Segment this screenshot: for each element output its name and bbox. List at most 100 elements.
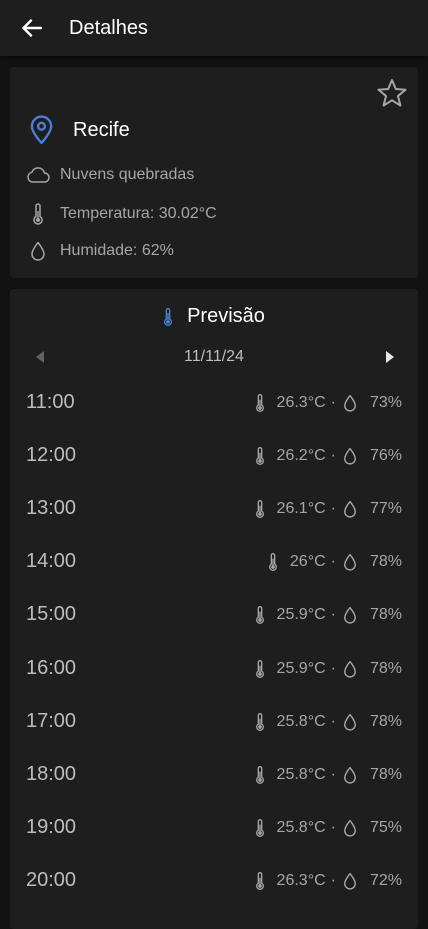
thermometer-icon	[33, 203, 43, 225]
hour-temperature: 26.3°C	[276, 394, 326, 411]
details-card: Recife Nuvens quebradas Temperatura: 30.…	[10, 67, 418, 278]
hour-time: 13:00	[26, 497, 77, 520]
hour-values: 26°C · 78%	[266, 549, 402, 575]
condition-text: Nuvens quebradas	[60, 166, 195, 183]
hour-humidity: 76%	[369, 447, 402, 465]
hour-humidity: 73%	[369, 394, 402, 411]
hour-humidity: 78%	[369, 606, 402, 624]
separator-dot: ·	[330, 394, 336, 411]
water-drop-icon	[344, 501, 356, 518]
hour-humidity: 72%	[369, 871, 402, 889]
water-drop-icon	[344, 819, 356, 837]
hour-temperature: 26°C	[289, 553, 326, 571]
hour-temperature: 25.9°C	[276, 606, 326, 624]
hourly-forecast-row: 12:00 26.2°C · 76%	[10, 443, 418, 496]
hour-values: 25.8°C · 78%	[253, 709, 402, 735]
hour-humidity: 78%	[369, 712, 402, 730]
condition-row: Nuvens quebradas	[26, 163, 194, 187]
hourly-forecast-row: 11:00 26.3°C · 73%	[10, 390, 418, 443]
next-day-button[interactable]	[384, 350, 396, 369]
arrow-left-icon	[22, 19, 42, 37]
separator-dot: ·	[330, 659, 336, 677]
app-bar: Detalhes	[0, 0, 428, 56]
separator-dot: ·	[330, 818, 336, 836]
hour-temperature: 26.2°C	[276, 447, 326, 465]
separator-dot: ·	[330, 447, 336, 465]
city-row: Recife	[28, 115, 130, 145]
favorite-button[interactable]	[376, 77, 408, 109]
humidity-text: Humidade: 62%	[60, 242, 174, 259]
location-pin-icon	[30, 115, 53, 145]
thermometer-icon	[255, 765, 264, 784]
hour-time: 16:00	[26, 656, 77, 679]
hourly-forecast-row: 15:00 25.9°C · 78%	[10, 602, 418, 655]
hour-time: 14:00	[26, 550, 77, 573]
city-name: Recife	[73, 118, 130, 141]
separator-dot: ·	[330, 712, 336, 730]
thermometer-icon	[164, 307, 173, 326]
thermometer-icon	[268, 553, 277, 572]
thermometer-icon	[255, 394, 264, 412]
hour-time: 12:00	[26, 444, 77, 467]
water-drop-icon	[344, 554, 356, 571]
hour-time: 18:00	[26, 762, 77, 785]
water-drop-icon	[344, 713, 356, 731]
separator-dot: ·	[330, 553, 336, 571]
hourly-forecast-row: 20:00 26.3°C · 72%	[10, 868, 418, 921]
hour-temperature: 25.8°C	[276, 765, 326, 783]
thermometer-icon	[255, 500, 264, 519]
hour-values: 25.9°C · 78%	[253, 602, 402, 628]
water-drop-icon	[344, 607, 356, 624]
separator-dot: ·	[330, 765, 336, 783]
forecast-header: Previsão	[10, 305, 418, 328]
hourly-forecast-row: 13:00 26.1°C · 77%	[10, 496, 418, 549]
hour-humidity: 78%	[369, 659, 402, 677]
thermometer-icon	[255, 818, 264, 837]
hour-time: 20:00	[26, 868, 77, 891]
hourly-forecast-row: 14:00 26°C · 78%	[10, 549, 418, 602]
water-drop-icon	[344, 447, 356, 465]
forecast-date: 11/11/24	[184, 348, 244, 365]
hourly-forecast-row: 18:00 25.8°C · 78%	[10, 762, 418, 815]
date-navigator: 11/11/24	[10, 347, 418, 369]
forecast-title: Previsão	[187, 305, 265, 327]
hour-values: 26.1°C · 77%	[253, 496, 402, 522]
thermometer-icon	[255, 659, 264, 678]
hour-values: 26.3°C · 72%	[253, 868, 402, 894]
star-outline-icon	[377, 79, 407, 107]
separator-dot: ·	[330, 500, 336, 518]
hour-temperature: 26.1°C	[276, 500, 326, 518]
hour-humidity: 77%	[369, 500, 402, 518]
page-title: Detalhes	[69, 16, 148, 39]
hour-values: 25.8°C · 78%	[253, 762, 402, 788]
hour-values: 25.8°C · 75%	[253, 815, 402, 841]
hour-humidity: 78%	[369, 553, 402, 571]
triangle-right-icon	[386, 351, 394, 363]
hour-values: 26.3°C · 73%	[253, 390, 402, 416]
water-drop-icon	[31, 241, 45, 261]
water-drop-icon	[344, 660, 356, 677]
hour-time: 11:00	[26, 391, 75, 413]
hour-humidity: 78%	[369, 765, 402, 783]
hour-time: 19:00	[26, 815, 77, 838]
hour-time: 15:00	[26, 603, 77, 626]
hour-values: 26.2°C · 76%	[253, 443, 402, 469]
temperature-row: Temperatura: 30.02°C	[26, 202, 217, 226]
thermometer-icon	[255, 447, 264, 466]
separator-dot: ·	[330, 606, 336, 624]
hourly-forecast-row: 19:00 25.8°C · 75%	[10, 815, 418, 868]
back-button[interactable]	[20, 16, 44, 40]
hourly-forecast-row: 17:00 25.8°C · 78%	[10, 709, 418, 762]
cloud-icon	[27, 167, 50, 183]
hourly-forecast-row: 16:00 25.9°C · 78%	[10, 656, 418, 709]
hour-temperature: 26.3°C	[276, 871, 326, 889]
hour-temperature: 25.9°C	[276, 659, 326, 677]
forecast-card: Previsão 11/11/24 11:00 26.3°C · 73% 12:00 26…	[10, 289, 418, 929]
thermometer-icon	[255, 606, 264, 625]
hour-temperature: 25.8°C	[276, 818, 326, 836]
hour-temperature: 25.8°C	[276, 712, 326, 730]
hour-time: 17:00	[26, 709, 77, 732]
temperature-text: Temperatura: 30.02°C	[60, 205, 217, 222]
water-drop-icon	[344, 766, 356, 784]
thermometer-icon	[255, 712, 264, 731]
